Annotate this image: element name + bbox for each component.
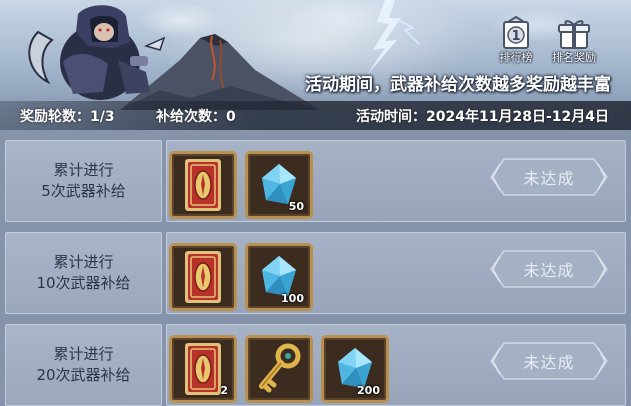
supply-count-text: 补给次数：0 bbox=[156, 108, 236, 125]
condition-line2: 5次武器补给 bbox=[41, 182, 126, 200]
reward-item-blue-crystal[interactable]: 100 bbox=[245, 243, 313, 311]
golden-key-icon bbox=[248, 338, 310, 400]
reward-condition: 累计进行 5次武器补给 bbox=[5, 140, 162, 222]
reward-round-text: 奖励轮数：1/3 bbox=[20, 108, 115, 125]
condition-line1: 累计进行 bbox=[53, 253, 114, 271]
item-quantity: 50 bbox=[288, 200, 304, 213]
item-quantity: 200 bbox=[357, 384, 380, 397]
condition-line1: 累计进行 bbox=[53, 161, 114, 179]
event-tagline: 活动期间，武器补给次数越多奖励越丰富 bbox=[305, 75, 611, 95]
reward-item-golden-key[interactable] bbox=[245, 335, 313, 403]
reward-item-blue-crystal[interactable]: 50 bbox=[245, 151, 313, 219]
claim-status-button[interactable]: 未达成 bbox=[490, 158, 608, 196]
rank-reward-button[interactable]: 排名奖励 bbox=[552, 16, 596, 68]
lightning-bolt bbox=[367, 0, 420, 75]
claim-status-label: 未达成 bbox=[523, 261, 575, 280]
rank-reward-label: 排名奖励 bbox=[552, 51, 596, 64]
leaderboard-icon: 1 bbox=[503, 16, 529, 49]
item-quantity: 100 bbox=[281, 292, 304, 305]
reward-condition: 累计进行 20次武器补给 bbox=[5, 324, 162, 406]
claim-status-label: 未达成 bbox=[523, 353, 575, 372]
reward-item-red-card[interactable]: 2 bbox=[169, 335, 237, 403]
reward-row: 累计进行 5次武器补给 50 未达成 bbox=[0, 140, 631, 222]
red-card-icon bbox=[172, 154, 234, 216]
claim-status-button[interactable]: 未达成 bbox=[490, 342, 608, 380]
hooded-assassin-character bbox=[28, 5, 166, 100]
item-quantity: 2 bbox=[220, 384, 228, 397]
event-banner: 1 排行榜 排名奖励 活动期间，武器补给次数越多奖励越丰富 奖励轮数：1/3 补… bbox=[0, 0, 631, 130]
red-card-icon bbox=[172, 246, 234, 308]
reward-item-red-card[interactable] bbox=[169, 151, 237, 219]
leaderboard-badge: 1 bbox=[511, 29, 520, 44]
claim-status-label: 未达成 bbox=[523, 169, 575, 188]
claim-status-button[interactable]: 未达成 bbox=[490, 250, 608, 288]
gift-box-icon bbox=[558, 20, 590, 49]
reward-row: 累计进行 20次武器补给 2 200 未达成 bbox=[0, 324, 631, 406]
event-info-bar: 奖励轮数：1/3 补给次数：0 活动时间：2024年11月28日-12月4日 bbox=[0, 101, 631, 130]
reward-row: 累计进行 10次武器补给 100 未达成 bbox=[0, 232, 631, 314]
condition-line2: 10次武器补给 bbox=[36, 274, 131, 292]
leaderboard-button[interactable]: 1 排行榜 bbox=[494, 16, 538, 68]
reward-item-blue-crystal[interactable]: 200 bbox=[321, 335, 389, 403]
event-time-text: 活动时间：2024年11月28日-12月4日 bbox=[356, 108, 609, 125]
leaderboard-label: 排行榜 bbox=[499, 51, 533, 64]
reward-condition: 累计进行 10次武器补给 bbox=[5, 232, 162, 314]
condition-line1: 累计进行 bbox=[53, 345, 114, 363]
condition-line2: 20次武器补给 bbox=[36, 366, 131, 384]
reward-item-red-card[interactable] bbox=[169, 243, 237, 311]
